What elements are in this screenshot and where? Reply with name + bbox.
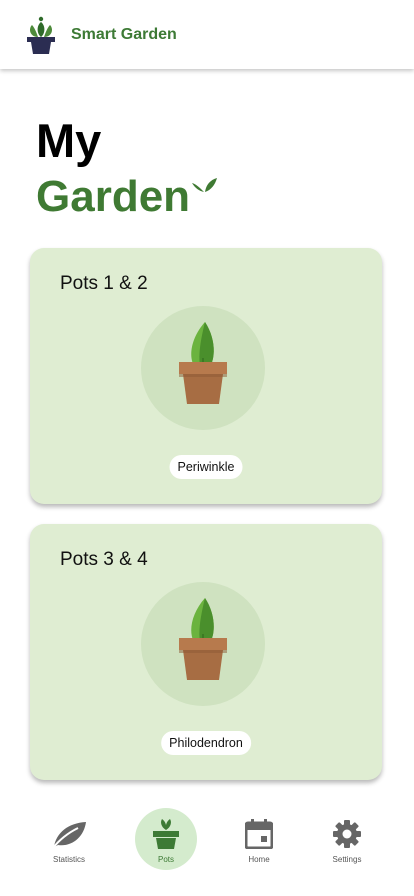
- plant-pot-logo-icon: [27, 16, 55, 54]
- calendar-icon: [240, 817, 278, 851]
- app-root: Smart Garden My Garden Pots 1 & 2 Periwi…: [0, 0, 414, 896]
- page-title-line2: Garden: [36, 172, 191, 221]
- nav-label: Settings: [332, 855, 362, 864]
- app-brand-name: Smart Garden: [71, 25, 177, 43]
- plant-avatar: [141, 582, 265, 706]
- sprout-icon: [192, 178, 218, 192]
- nav-label: Home: [248, 855, 270, 864]
- plant-avatar: [141, 306, 265, 430]
- pot-icon: [147, 817, 185, 851]
- bottom-navigation: Statistics Pots Home Settings: [0, 796, 414, 896]
- potted-plant-icon: [179, 598, 227, 680]
- page-title-line2-wrap: Garden: [36, 172, 218, 222]
- card-title: Pots 1 & 2: [60, 273, 148, 294]
- nav-item-pots[interactable]: Pots: [135, 808, 197, 876]
- gear-icon: [328, 817, 366, 851]
- plant-name-chip[interactable]: Philodendron: [161, 731, 251, 755]
- pot-group-card[interactable]: Pots 3 & 4 Philodendron: [30, 524, 382, 780]
- page-title-line1: My: [36, 114, 102, 167]
- potted-plant-icon: [179, 322, 227, 404]
- nav-item-home[interactable]: Home: [229, 812, 289, 876]
- nav-label: Statistics: [52, 855, 85, 864]
- plant-name-chip[interactable]: Periwinkle: [169, 455, 243, 479]
- nav-item-settings[interactable]: Settings: [317, 812, 377, 876]
- pot-group-card[interactable]: Pots 1 & 2 Periwinkle: [30, 248, 382, 504]
- leaf-icon: [50, 817, 88, 851]
- card-title: Pots 3 & 4: [60, 549, 148, 570]
- app-header: Smart Garden: [0, 0, 414, 69]
- nav-label: Pots: [157, 855, 174, 864]
- nav-item-statistics[interactable]: Statistics: [39, 812, 99, 876]
